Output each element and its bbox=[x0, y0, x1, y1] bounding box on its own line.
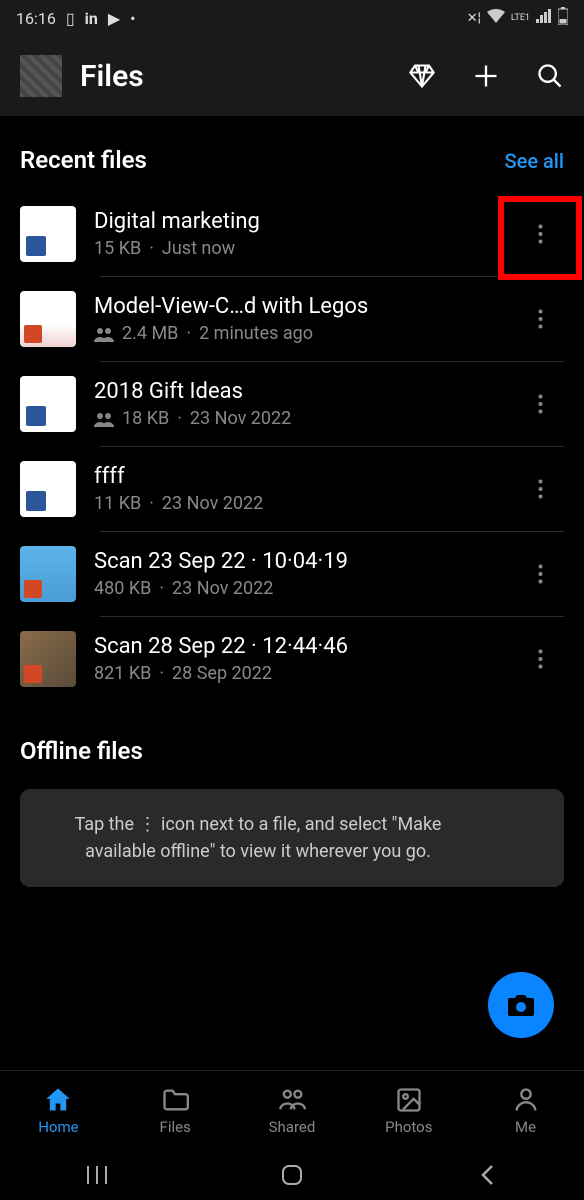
file-meta: 821 KB · 28 Sep 2022 bbox=[94, 663, 498, 684]
nav-files[interactable]: Files bbox=[117, 1071, 234, 1150]
recent-files-list: Digital marketing 15 KB · Just now Model… bbox=[20, 192, 564, 701]
back-button[interactable] bbox=[473, 1161, 501, 1189]
youtube-icon: ▶ bbox=[108, 9, 120, 28]
more-options-button[interactable] bbox=[516, 295, 564, 343]
file-thumbnail bbox=[20, 546, 76, 602]
status-bar: 16:16 ▯ in ▶ • ✕¦ LTE1 bbox=[0, 0, 584, 36]
camera-icon bbox=[506, 992, 536, 1018]
nav-shared[interactable]: Shared bbox=[234, 1071, 351, 1150]
people-icon bbox=[278, 1086, 306, 1114]
more-options-button[interactable] bbox=[516, 465, 564, 513]
lte-label: LTE1 bbox=[511, 14, 530, 23]
file-thumbnail bbox=[20, 206, 76, 262]
premium-icon[interactable] bbox=[408, 62, 436, 90]
person-icon bbox=[512, 1086, 540, 1114]
more-options-button[interactable] bbox=[516, 210, 564, 258]
home-button[interactable] bbox=[278, 1161, 306, 1189]
file-name: Digital marketing bbox=[94, 209, 498, 234]
file-name: Scan 28 Sep 22 · 12·44·46 bbox=[94, 634, 498, 659]
nav-label: Files bbox=[160, 1118, 191, 1136]
recent-files-title: Recent files bbox=[20, 146, 147, 174]
file-meta: 2.4 MB · 2 minutes ago bbox=[94, 323, 498, 344]
status-time: 16:16 bbox=[16, 9, 56, 28]
file-meta: 15 KB · Just now bbox=[94, 238, 498, 259]
offline-tip: Tap the ⋮ icon next to a file, and selec… bbox=[20, 789, 564, 887]
file-name: ffff bbox=[94, 464, 498, 489]
nav-label: Photos bbox=[385, 1118, 432, 1136]
recents-button[interactable] bbox=[83, 1161, 111, 1189]
offline-title: Offline files bbox=[20, 737, 564, 765]
signal-icon bbox=[536, 9, 552, 27]
battery-icon bbox=[558, 7, 568, 29]
shared-icon bbox=[94, 411, 114, 427]
file-meta: 480 KB · 23 Nov 2022 bbox=[94, 578, 498, 599]
nav-me[interactable]: Me bbox=[467, 1071, 584, 1150]
bottom-nav: Home Files Shared Photos Me bbox=[0, 1070, 584, 1150]
app-header: Files bbox=[0, 36, 584, 116]
wifi-icon bbox=[487, 9, 505, 27]
file-name: Model-View-C…d with Legos bbox=[94, 294, 498, 319]
file-item[interactable]: Scan 28 Sep 22 · 12·44·46 821 KB · 28 Se… bbox=[20, 617, 564, 701]
nav-label: Home bbox=[38, 1118, 78, 1136]
linkedin-icon: in bbox=[85, 9, 98, 28]
file-meta: 11 KB · 23 Nov 2022 bbox=[94, 493, 498, 514]
file-name: 2018 Gift Ideas bbox=[94, 379, 498, 404]
nav-label: Shared bbox=[269, 1118, 316, 1136]
file-thumbnail bbox=[20, 376, 76, 432]
offline-section: Offline files Tap the ⋮ icon next to a f… bbox=[20, 737, 564, 887]
nav-photos[interactable]: Photos bbox=[350, 1071, 467, 1150]
camera-fab[interactable] bbox=[488, 972, 554, 1038]
notif-dot: • bbox=[130, 9, 135, 28]
photos-icon bbox=[395, 1086, 423, 1114]
home-icon bbox=[44, 1086, 72, 1114]
avatar[interactable] bbox=[20, 55, 62, 97]
file-item[interactable]: 2018 Gift Ideas 18 KB · 23 Nov 2022 bbox=[20, 362, 564, 446]
folder-icon bbox=[161, 1086, 189, 1114]
shared-icon bbox=[94, 326, 114, 342]
nav-home[interactable]: Home bbox=[0, 1071, 117, 1150]
page-title: Files bbox=[80, 59, 390, 94]
more-options-button[interactable] bbox=[516, 550, 564, 598]
recent-files-header: Recent files See all bbox=[20, 146, 564, 174]
add-icon[interactable] bbox=[472, 62, 500, 90]
see-all-link[interactable]: See all bbox=[505, 149, 564, 173]
file-thumbnail bbox=[20, 291, 76, 347]
file-item[interactable]: Scan 23 Sep 22 · 10·04·19 480 KB · 23 No… bbox=[20, 532, 564, 616]
vibrate-icon: ✕¦ bbox=[467, 11, 481, 26]
file-item[interactable]: ffff 11 KB · 23 Nov 2022 bbox=[20, 447, 564, 531]
file-thumbnail bbox=[20, 461, 76, 517]
search-icon[interactable] bbox=[536, 62, 564, 90]
file-name: Scan 23 Sep 22 · 10·04·19 bbox=[94, 549, 498, 574]
notif-icon: ▯ bbox=[66, 9, 75, 28]
file-item[interactable]: Digital marketing 15 KB · Just now bbox=[20, 192, 564, 276]
file-item[interactable]: Model-View-C…d with Legos 2.4 MB · 2 min… bbox=[20, 277, 564, 361]
more-options-button[interactable] bbox=[516, 380, 564, 428]
nav-label: Me bbox=[515, 1118, 536, 1136]
more-options-button[interactable] bbox=[516, 635, 564, 683]
file-meta: 18 KB · 23 Nov 2022 bbox=[94, 408, 498, 429]
file-thumbnail bbox=[20, 631, 76, 687]
system-nav bbox=[0, 1150, 584, 1200]
